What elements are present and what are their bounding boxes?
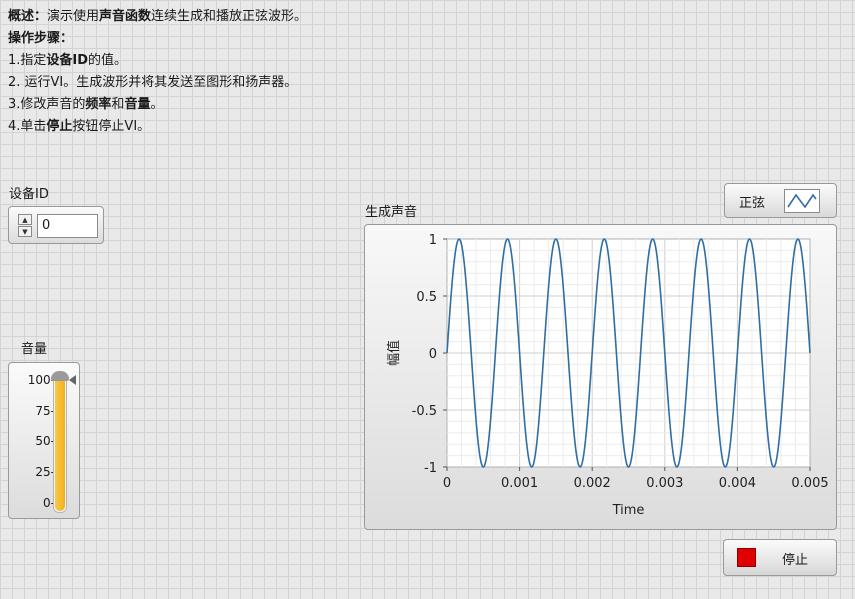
description-line-2: 操作步骤： [8, 31, 74, 46]
y-tick-label: -0.5 [412, 404, 437, 419]
description-line-5: 3.修改声音的频率和音量。 [8, 97, 164, 112]
stop-button-label: 停止 [782, 553, 809, 568]
device-id-input[interactable]: 0 [37, 214, 98, 238]
x-tick-label: 0.003 [646, 476, 683, 491]
y-axis-title: 幅值 [386, 340, 402, 366]
volume-tick-0: 0- [43, 496, 55, 510]
volume-label: 音量 [21, 342, 48, 357]
description-line-1: 概述：演示使用声音函数连续生成和播放正弦波形。 [8, 9, 308, 24]
y-tick-label: 1 [429, 233, 437, 248]
x-tick-label: 0 [443, 476, 451, 491]
increment-arrow-icon[interactable]: ▲ [18, 214, 32, 225]
legend-label: 正弦 [739, 196, 766, 211]
volume-tick-75: 75- [35, 404, 55, 418]
x-axis-title: Time [612, 503, 645, 518]
waveform-plot: 0 0.001 0.002 0.003 0.004 0.005 1 0.5 0 -0.5 -1 Tim… [386, 233, 829, 518]
stop-led-icon [737, 548, 756, 567]
volume-track[interactable] [53, 373, 67, 513]
slider-marker-icon [69, 375, 76, 385]
stop-button[interactable]: 停止 [723, 539, 837, 576]
description-line-4: 2. 运行VI。生成波形并将其发送至图形和扬声器。 [8, 75, 298, 90]
volume-slider: 100- 75- 50- 25- 0- [8, 362, 80, 519]
volume-fill [55, 373, 65, 511]
volume-tick-100: 100- [27, 373, 55, 387]
device-id-control: ▲ ▼ 0 [8, 206, 104, 244]
volume-tick-25: 25- [35, 465, 55, 479]
y-tick-label: 0.5 [416, 290, 437, 305]
y-tick-label: -1 [424, 461, 437, 476]
y-tick-label: 0 [429, 347, 437, 362]
description-line-3: 1.指定设备ID的值。 [8, 53, 128, 68]
x-tick-label: 0.001 [501, 476, 538, 491]
volume-thumb[interactable] [51, 371, 69, 381]
waveform-graph: 0 0.001 0.002 0.003 0.004 0.005 1 0.5 0 -0.5 -1 Tim… [364, 224, 837, 530]
description-line-6: 4.单击停止按钮停止VI。 [8, 119, 151, 134]
decrement-arrow-icon[interactable]: ▼ [18, 226, 32, 237]
graph-title: 生成声音 [365, 205, 418, 220]
volume-tick-50: 50- [35, 434, 55, 448]
x-tick-label: 0.002 [574, 476, 611, 491]
device-id-spinner: ▲ ▼ [18, 214, 32, 239]
sine-wave-icon [784, 189, 820, 213]
device-id-label: 设备ID [9, 187, 49, 202]
x-tick-label: 0.005 [791, 476, 828, 491]
plot-legend[interactable]: 正弦 [724, 183, 837, 218]
vi-description: 概述：演示使用声音函数连续生成和播放正弦波形。 操作步骤： 1.指定设备ID的值… [8, 6, 307, 138]
x-tick-label: 0.004 [719, 476, 756, 491]
